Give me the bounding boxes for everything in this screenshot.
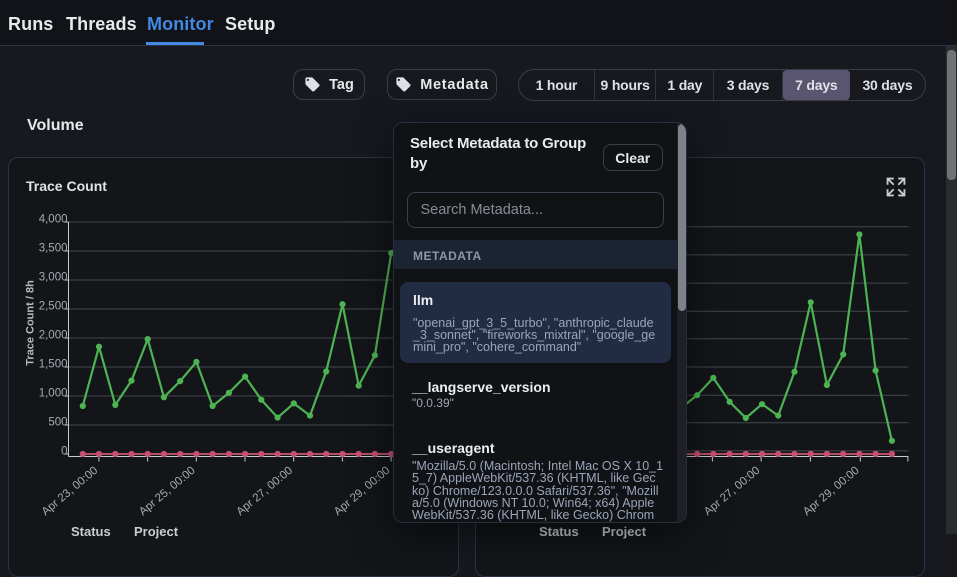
- svg-text:Trace Count / 8h: Trace Count / 8h: [25, 280, 37, 366]
- svg-text:Apr 29, 00:00: Apr 29, 00:00: [801, 465, 862, 519]
- svg-text:Apr 25, 00:00: Apr 25, 00:00: [137, 465, 198, 519]
- svg-text:500: 500: [48, 417, 67, 429]
- svg-text:4,000: 4,000: [39, 214, 68, 226]
- svg-text:Apr 27, 00:00: Apr 27, 00:00: [701, 465, 762, 519]
- svg-text:1,500: 1,500: [39, 359, 68, 371]
- svg-text:3,500: 3,500: [39, 243, 68, 255]
- svg-text:2,000: 2,000: [39, 330, 68, 342]
- svg-text:Apr 29, 00:00: Apr 29, 00:00: [332, 465, 393, 519]
- svg-text:0: 0: [61, 446, 67, 458]
- svg-text:Apr 23, 00:00: Apr 23, 00:00: [40, 465, 101, 519]
- svg-text:Apr 27, 00:00: Apr 27, 00:00: [235, 465, 296, 519]
- svg-text:2,500: 2,500: [39, 301, 68, 313]
- svg-text:1,000: 1,000: [39, 388, 68, 400]
- svg-text:3,000: 3,000: [39, 272, 68, 284]
